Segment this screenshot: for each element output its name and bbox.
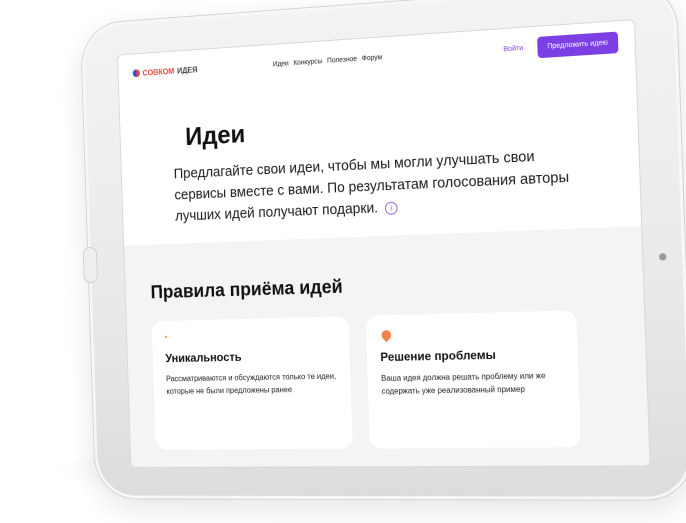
tablet-camera [659, 253, 667, 260]
page-title: Идеи [185, 100, 578, 152]
nav-item-useful[interactable]: Полезное [327, 55, 357, 64]
rules-title: Правила приёма идей [150, 268, 614, 304]
hero-description-text: Предлагайте свои идеи, чтобы мы могли ул… [174, 149, 570, 225]
rules-cards: • Уникальность Рассматриваются и обсужда… [152, 309, 620, 449]
tablet-screen: СОВКОМ ИДЕЯ Идеи Конкурсы Полезное Форум … [117, 19, 651, 468]
rule-card-text: Рассматриваются и обсуждаются только те … [166, 370, 338, 398]
logo-text-part2: ИДЕЯ [177, 65, 198, 75]
nav-item-contests[interactable]: Конкурсы [293, 58, 322, 67]
propose-idea-button[interactable]: Предложить идею [537, 31, 619, 58]
main-nav: Идеи Конкурсы Полезное Форум [273, 54, 383, 68]
hero-description: Предлагайте свои идеи, чтобы мы могли ул… [173, 144, 580, 228]
tablet-frame: СОВКОМ ИДЕЯ Идеи Конкурсы Полезное Форум … [80, 0, 686, 501]
rule-card-title: Уникальность [165, 348, 336, 365]
rule-card-problem-solving: Решение проблемы Ваша идея должна решать… [366, 310, 581, 448]
sparkle-icon: • [165, 328, 336, 342]
rule-card-uniqueness: • Уникальность Рассматриваются и обсужда… [152, 316, 353, 449]
nav-item-forum[interactable]: Форум [362, 54, 383, 62]
rule-card-text: Ваша идея должна решать проблему или же … [381, 369, 565, 398]
rules-section: Правила приёма идей • Уникальность Рассм… [124, 226, 650, 467]
nav-item-ideas[interactable]: Идеи [273, 60, 289, 68]
logo-text-part1: СОВКОМ [142, 66, 174, 77]
rule-card-title: Решение проблемы [380, 346, 563, 364]
info-icon[interactable]: i [385, 201, 398, 214]
location-pin-icon [380, 328, 394, 342]
logo-icon [133, 69, 140, 77]
logo[interactable]: СОВКОМ ИДЕЯ [133, 65, 198, 78]
login-link[interactable]: Войти [503, 44, 523, 52]
tablet-side-button [83, 247, 98, 283]
